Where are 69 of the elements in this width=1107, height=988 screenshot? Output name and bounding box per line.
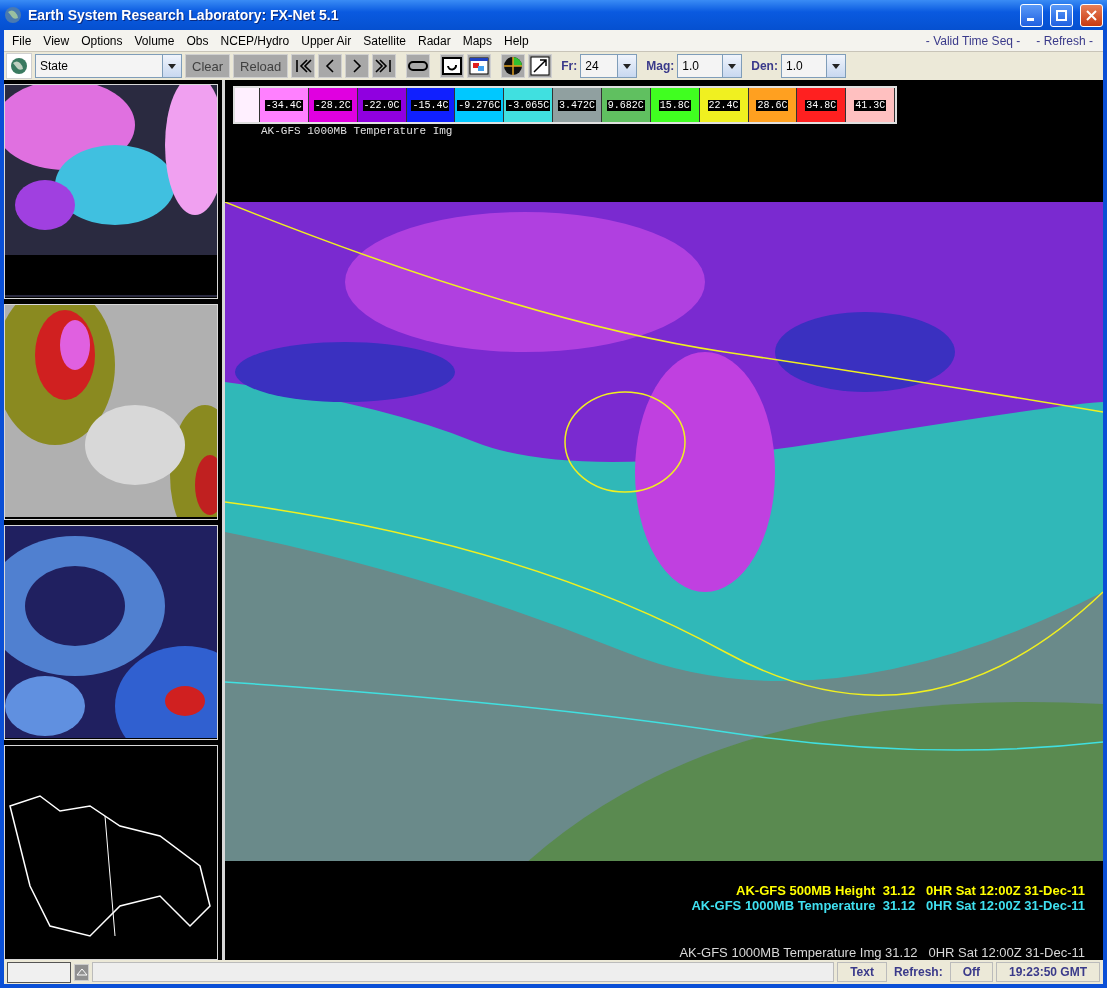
- scale-label: 28.6C: [756, 100, 789, 111]
- maximize-button[interactable]: [1050, 3, 1073, 27]
- up-arrow-icon: [75, 967, 88, 977]
- previous-frame-button[interactable]: [318, 54, 343, 78]
- refresh-toggle[interactable]: Off: [949, 962, 993, 982]
- minimize-icon: [1026, 17, 1034, 21]
- close-button[interactable]: [1080, 3, 1103, 27]
- toolbar-button[interactable]: Clear: [185, 54, 231, 78]
- radar-button[interactable]: [501, 54, 526, 78]
- zoom-button[interactable]: [528, 54, 553, 78]
- globe-button[interactable]: [6, 53, 32, 79]
- minimize-button[interactable]: [1020, 3, 1043, 27]
- caret-icon: [622, 62, 633, 70]
- legend-text: AK-GFS 1000MB Temperature 31.12 0HR Sat 12:00Z 31-Dec-11: [691, 898, 1085, 913]
- scale-label: -9.276C: [457, 100, 502, 111]
- scale-label: -34.4C: [264, 100, 303, 111]
- image-button[interactable]: [467, 54, 492, 78]
- scale-label: 22.4C: [707, 100, 740, 111]
- scale-label: -28.2C: [313, 100, 352, 111]
- caret-icon: [830, 62, 841, 70]
- menu-item[interactable]: Obs: [180, 33, 215, 48]
- value-dropdown[interactable]: 24: [580, 54, 638, 78]
- field-label: Mag:: [646, 59, 675, 73]
- caret-icon: [727, 62, 738, 70]
- next-frame-button[interactable]: [345, 54, 370, 78]
- menu-item[interactable]: View: [37, 33, 76, 48]
- first-frame-button[interactable]: [291, 54, 316, 78]
- legend-text: AK-GFS 1000MB Temperature Img 31.12 0HR Sat 12:00Z 31-Dec-11: [679, 945, 1085, 960]
- caret-icon: [167, 62, 177, 70]
- scale-label: -22.0C: [362, 100, 401, 111]
- maximize-icon: [1056, 9, 1067, 21]
- legend-text: AK-GFS 500MB Height 31.12 0HR Sat 12:00Z 31-Dec-11: [736, 883, 1085, 898]
- scale-label: 34.8C: [805, 100, 838, 111]
- menu-link[interactable]: - Valid Time Seq -: [917, 33, 1029, 48]
- menu-item[interactable]: Radar: [411, 33, 457, 48]
- scale-dropdown[interactable]: State: [35, 54, 182, 78]
- scale-label: -3.065C: [506, 100, 551, 111]
- zoom-icon: [530, 56, 551, 76]
- field-label: Den:: [751, 59, 778, 73]
- value-dropdown[interactable]: 1.0: [780, 54, 846, 78]
- loop-button[interactable]: [406, 54, 431, 78]
- toolbar-button[interactable]: Reload: [233, 54, 289, 78]
- menu-link[interactable]: - Refresh -: [1028, 33, 1101, 48]
- menu-item[interactable]: File: [6, 33, 38, 48]
- scale-label: 15.8C: [658, 100, 691, 111]
- menu-item[interactable]: Maps: [456, 33, 498, 48]
- last-frame-button[interactable]: [372, 54, 397, 78]
- close-icon: [1086, 9, 1097, 21]
- menu-item[interactable]: NCEP/Hydro: [214, 33, 296, 48]
- scale-label: 9.682C: [606, 100, 645, 111]
- menu-item[interactable]: Upper Air: [295, 33, 358, 48]
- radar-icon: [503, 56, 524, 76]
- field-label: Fr:: [561, 59, 578, 73]
- menu-item[interactable]: Volume: [128, 33, 181, 48]
- menu-item[interactable]: Help: [498, 33, 535, 48]
- menu-item[interactable]: Satellite: [357, 33, 412, 48]
- scale-label: -15.4C: [411, 100, 450, 111]
- clock: 19:23:50 GMT: [995, 962, 1100, 982]
- globe-icon: [4, 6, 22, 24]
- value-dropdown[interactable]: 1.0: [677, 54, 743, 78]
- scale-label: 41.3C: [854, 100, 887, 111]
- text-button[interactable]: Text: [837, 962, 887, 982]
- image-icon: [469, 56, 490, 76]
- window-title: Earth System Research Laboratory: FX-Net 5.1: [28, 7, 340, 23]
- refresh-label: Refresh:: [892, 964, 944, 981]
- menu-item[interactable]: Options: [75, 33, 129, 48]
- scale-label: 3.472C: [558, 100, 596, 111]
- input-field[interactable]: [7, 961, 71, 983]
- scroll-up-button[interactable]: [74, 963, 89, 981]
